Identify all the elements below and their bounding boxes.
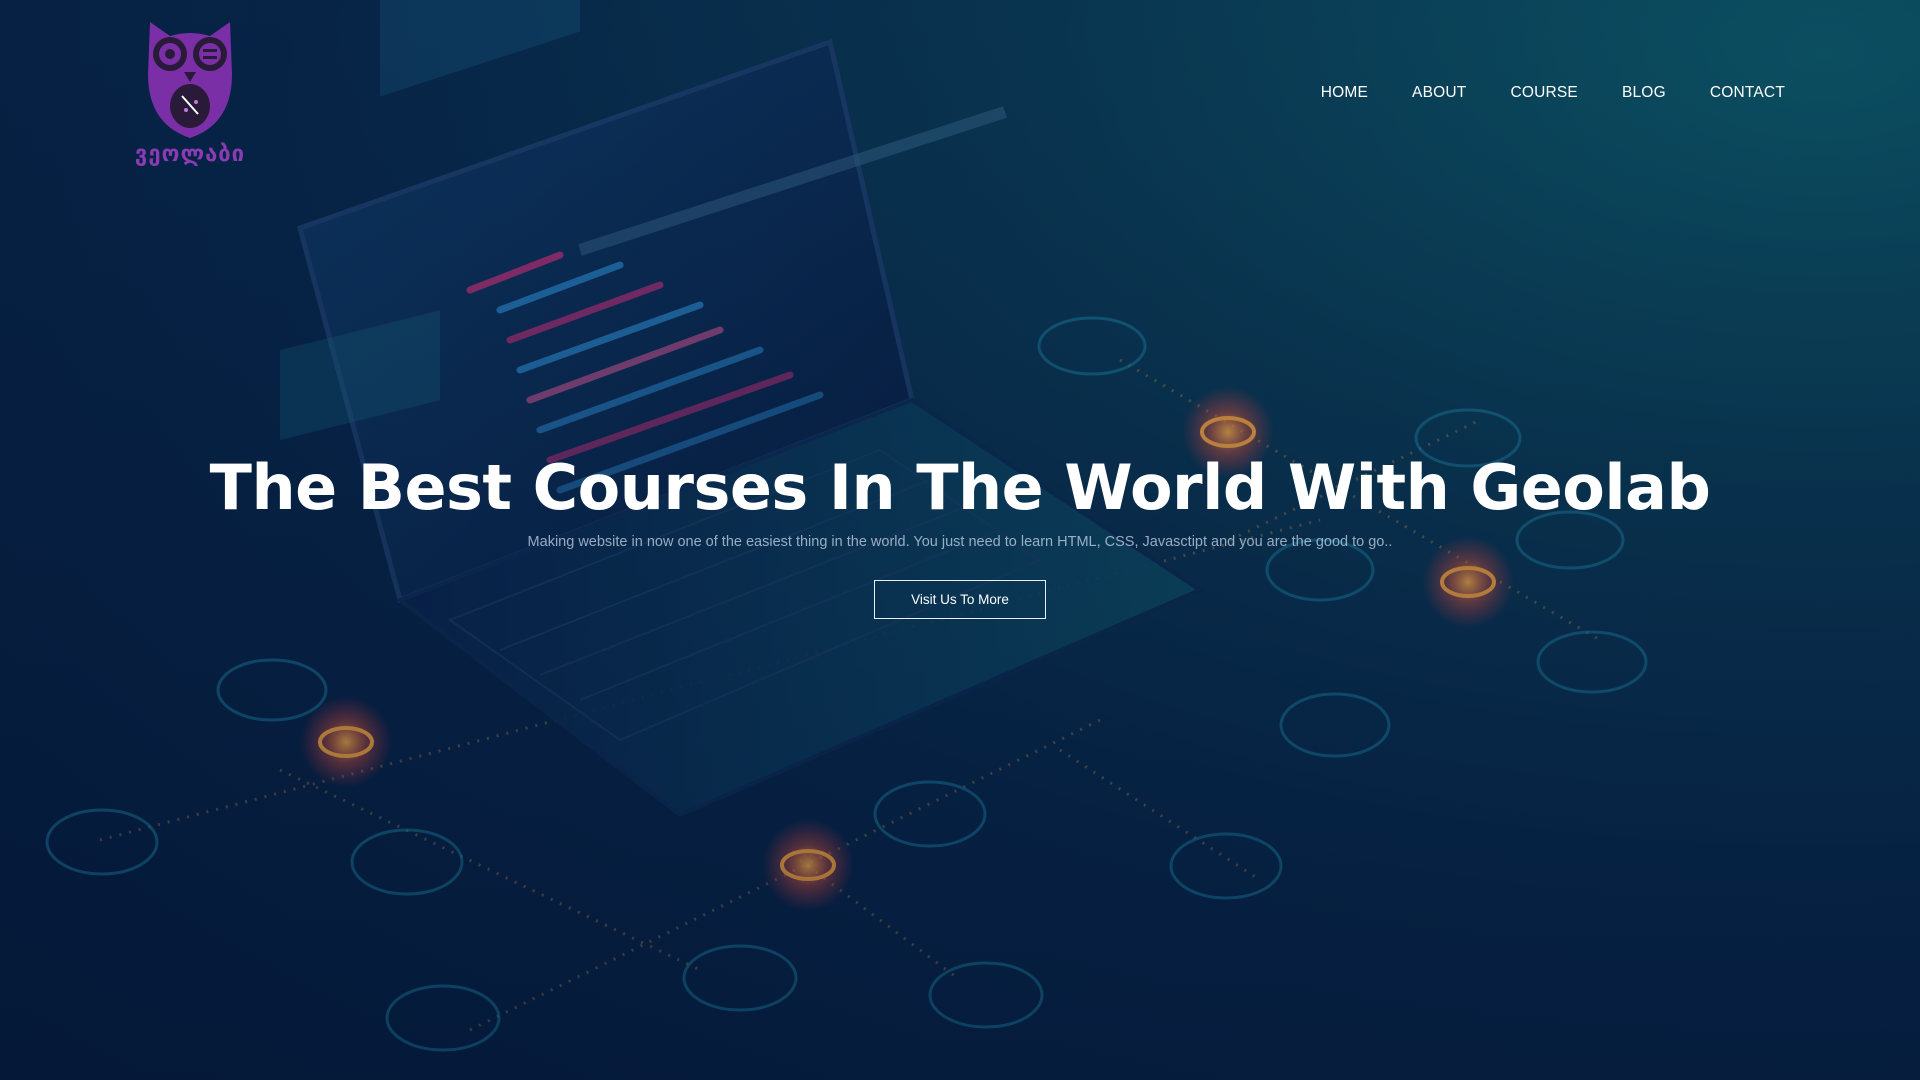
nav-about[interactable]: ABOUT (1412, 84, 1466, 102)
people-icon (350, 828, 464, 896)
main-nav: HOME ABOUT COURSE BLOG CONTACT (1321, 84, 1785, 102)
wifi-icon (928, 961, 1044, 1029)
chart-icon (385, 984, 501, 1052)
chat-icon (1279, 692, 1391, 758)
logo[interactable]: ვეოლაბი (132, 14, 248, 174)
site-header: ვეოლაბი HOME ABOUT COURSE BLOG CONTACT (0, 0, 1920, 180)
hero-subtitle: Making website in now one of the easiest… (527, 534, 1393, 550)
calendar-icon (45, 808, 159, 876)
hero-title: The Best Courses In The World With Geola… (209, 451, 1711, 524)
nav-blog[interactable]: BLOG (1622, 84, 1666, 102)
mail-icon (1536, 630, 1648, 694)
nav-course[interactable]: COURSE (1510, 84, 1578, 102)
cloud-icon (873, 780, 987, 848)
owl-logo-icon (148, 22, 232, 138)
logo-text: ვეოლაბი (134, 142, 246, 167)
hero-section: The Best Courses In The World With Geola… (0, 448, 1920, 619)
send-icon (216, 658, 328, 722)
nav-contact[interactable]: CONTACT (1710, 84, 1785, 102)
visit-us-button[interactable]: Visit Us To More (874, 580, 1046, 619)
document-icon (1037, 316, 1147, 376)
nav-home[interactable]: HOME (1321, 84, 1368, 102)
location-icon (682, 944, 798, 1012)
list-icon (1169, 832, 1283, 900)
